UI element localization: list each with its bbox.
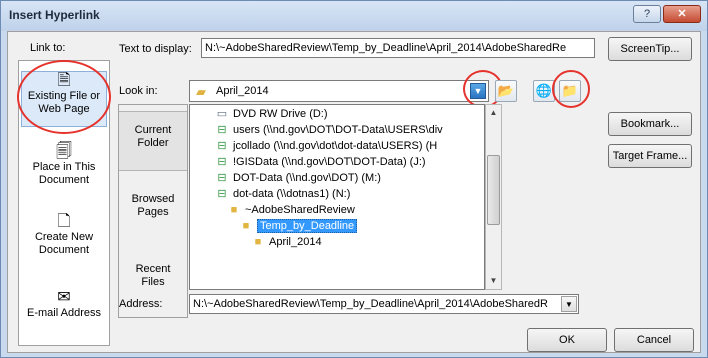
tab-browsed-pages-line2: Pages (137, 206, 169, 218)
help-button[interactable]: ? (633, 5, 661, 23)
document-place-icon: 🗐 (56, 143, 72, 160)
bookmark-button[interactable]: Bookmark... (608, 112, 692, 136)
list-item-label: Temp_by_Deadline (257, 219, 358, 233)
side-tabs: Current Folder Browsed Pages Recent File… (118, 104, 188, 318)
tab-current-folder[interactable]: Current Folder (119, 111, 187, 171)
list-item[interactable]: ■ Temp_by_Deadline (238, 219, 358, 235)
folder-open-icon: ■ (242, 220, 250, 232)
new-document-icon: 🗋 (57, 213, 71, 230)
dialog-title: Insert Hyperlink (9, 8, 100, 22)
link-to-create-new-document[interactable]: 🗋 Create New Document (21, 213, 107, 269)
scroll-up-icon[interactable]: ▲ (486, 105, 501, 121)
link-to-place-line2: Document (38, 174, 90, 186)
list-item[interactable]: ⊟ !GISData (\\nd.gov\DOT\DOT-Data) (J:) (214, 155, 426, 171)
look-in-value: April_2014 (216, 85, 269, 97)
link-to-place-in-document[interactable]: 🗐 Place in This Document (21, 143, 107, 199)
list-item-label: jcollado (\\nd.gov\dot\dot-data\USERS) (… (233, 140, 438, 152)
network-drive-icon: ⊟ (217, 188, 227, 200)
tab-current-folder-line2: Folder (137, 137, 169, 149)
list-item[interactable]: ■ ~AdobeSharedReview (226, 203, 355, 219)
list-item-label: users (\\nd.gov\DOT\DOT-Data\USERS\div (233, 124, 443, 136)
link-to-email-address[interactable]: ✉ E-mail Address (21, 289, 107, 345)
target-frame-button[interactable]: Target Frame... (608, 144, 692, 168)
network-drive-icon: ⊟ (217, 140, 227, 152)
list-item-label: DOT-Data (\\nd.gov\DOT) (M:) (233, 172, 381, 184)
annotation-circle-existing-file (17, 60, 111, 134)
list-item[interactable]: ⊟ DOT-Data (\\nd.gov\DOT) (M:) (214, 171, 381, 187)
folder-icon: ▰ (196, 84, 206, 99)
address-input[interactable]: N:\~AdobeSharedReview\Temp_by_Deadline\A… (189, 294, 579, 314)
annotation-circle-browse-file (552, 70, 590, 108)
close-button[interactable]: ✕ (663, 5, 701, 23)
tab-current-folder-line1: Current (134, 124, 172, 136)
tab-browsed-pages[interactable]: Browsed Pages (119, 181, 187, 241)
link-to-place-line1: Place in This (32, 161, 96, 173)
ok-button[interactable]: OK (527, 328, 607, 352)
text-to-display-label: Text to display: (119, 43, 192, 55)
look-in-select[interactable]: ▰ April_2014 ▼ (189, 80, 489, 102)
insert-hyperlink-dialog: Insert Hyperlink ? ✕ Link to: 🗎 Existing… (0, 0, 708, 358)
address-label: Address: (119, 298, 163, 310)
network-drive-icon: ⊟ (217, 124, 227, 136)
folder-icon: ■ (230, 204, 238, 216)
up-one-folder-button[interactable]: 📂 (495, 80, 517, 102)
link-to-create-line2: Document (38, 244, 90, 256)
list-item[interactable]: ■ April_2014 (250, 235, 322, 251)
list-item-label: April_2014 (269, 236, 322, 248)
folder-list-scrollbar[interactable]: ▲ ▼ (485, 104, 502, 290)
folder-open-icon: ■ (254, 236, 262, 248)
text-to-display-input[interactable]: N:\~AdobeSharedReview\Temp_by_Deadline\A… (201, 38, 595, 58)
network-drive-icon: ⊟ (217, 172, 227, 184)
tab-browsed-pages-line1: Browsed (131, 193, 175, 205)
link-to-create-line1: Create New (34, 231, 94, 243)
title-bar[interactable]: Insert Hyperlink ? ✕ (1, 1, 707, 31)
list-item-label: DVD RW Drive (D:) (233, 108, 328, 120)
list-item-label: ~AdobeSharedReview (245, 204, 355, 216)
list-item-label: !GISData (\\nd.gov\DOT\DOT-Data) (J:) (233, 156, 426, 168)
globe-search-icon: 🌐 (535, 83, 553, 98)
cancel-button[interactable]: Cancel (614, 328, 694, 352)
list-item[interactable]: ⊟ dot-data (\\dotnas1) (N:) (214, 187, 350, 203)
list-item-label: dot-data (\\dotnas1) (N:) (233, 188, 351, 200)
tab-recent-files-line2: Files (141, 276, 165, 288)
email-icon: ✉ (57, 289, 71, 306)
folder-list[interactable]: ▭ DVD RW Drive (D:) ⊟ users (\\nd.gov\DOT\… (189, 104, 485, 290)
tab-recent-files-line1: Recent (135, 263, 171, 275)
link-to-label: Link to: (30, 42, 66, 54)
address-value: N:\~AdobeSharedReview\Temp_by_Deadline\A… (193, 298, 548, 310)
scroll-down-icon[interactable]: ▼ (486, 273, 501, 289)
dialog-body: Link to: 🗎 Existing File or Web Page 🗐 P… (7, 31, 701, 353)
scrollbar-thumb[interactable] (487, 155, 500, 225)
look-in-label: Look in: (119, 85, 158, 97)
list-item[interactable]: ⊟ users (\\nd.gov\DOT\DOT-Data\USERS\div (214, 123, 443, 139)
link-to-email-line1: E-mail Address (27, 307, 101, 319)
chevron-down-icon[interactable]: ▼ (561, 296, 577, 312)
folder-up-icon: 📂 (497, 83, 515, 98)
list-item[interactable]: ⊟ jcollado (\\nd.gov\dot\dot-data\USERS) … (214, 139, 437, 155)
network-drive-icon: ⊟ (217, 156, 227, 168)
list-item[interactable]: ▭ DVD RW Drive (D:) (214, 107, 328, 123)
drive-icon: ▭ (216, 108, 228, 120)
screentip-button[interactable]: ScreenTip... (608, 37, 692, 61)
